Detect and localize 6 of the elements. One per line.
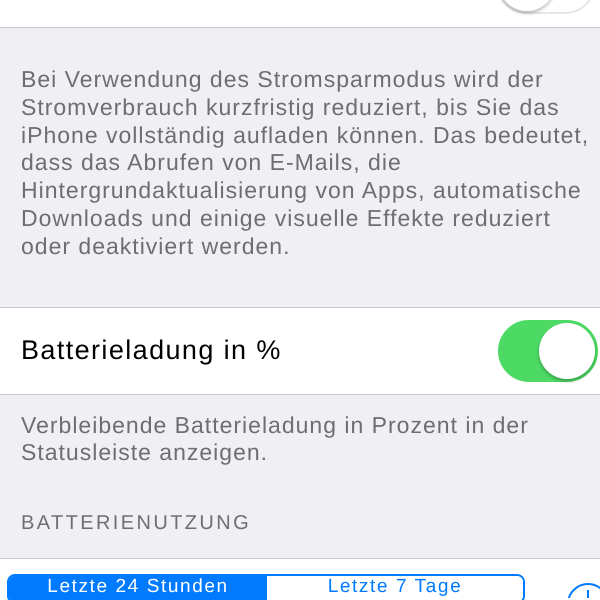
- segment-tab[interactable]: Letzte 24 Stunden: [9, 576, 267, 600]
- description-text: Bei Verwendung des Stromsparmodus wird der Stromverbrauch kurzfristig reduziert, bis Sie das iPhone vollständig aufladen können. Das bedeutet, dass das Abrufen von E-Mails, die Hintergrundaktualisierung von Apps, automatische Downloads und einige visuelle Effekte reduziert oder deaktiviert werden.: [21, 66, 590, 259]
- description-text: Verbleibende Batterieladung in Prozent in der Statusleiste anzeigen.: [21, 412, 529, 466]
- clock-icon[interactable]: [567, 582, 600, 598]
- section-header: BATTERIENUTZUNG: [21, 512, 252, 534]
- setting-label: Batterieladung in %: [21, 335, 282, 366]
